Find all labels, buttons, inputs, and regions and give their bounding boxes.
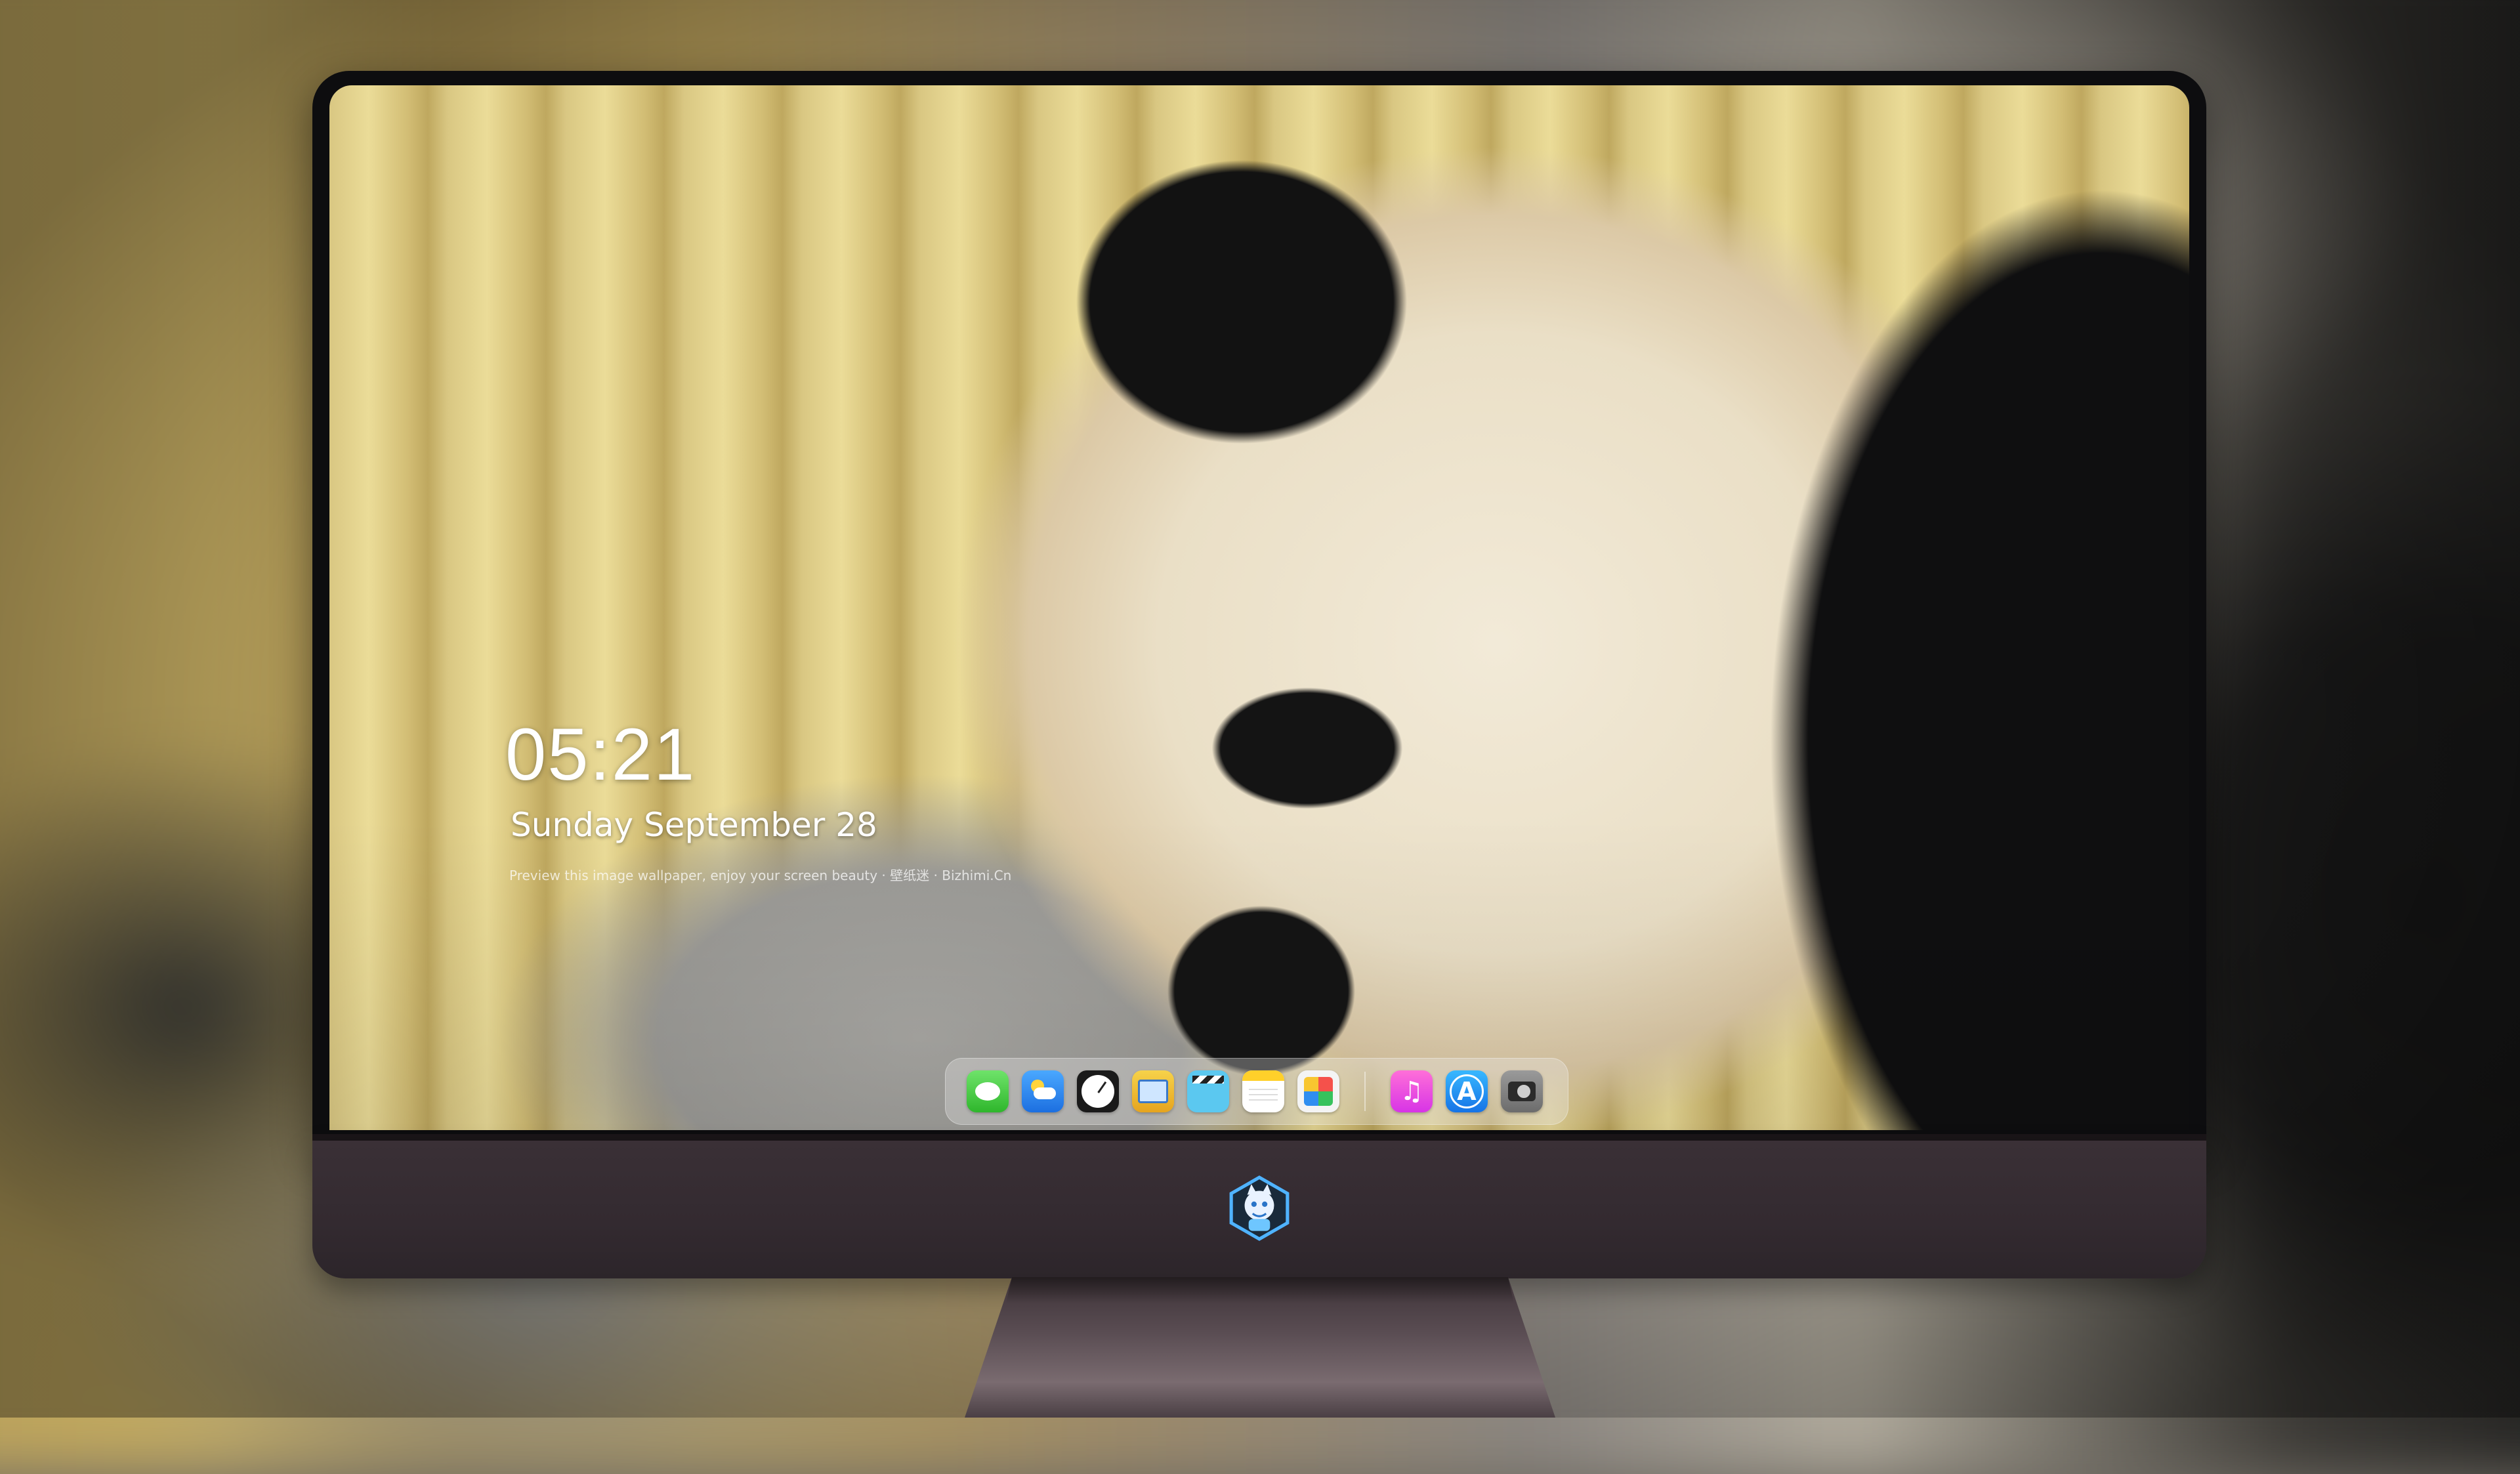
app-store-icon[interactable]: [1446, 1070, 1488, 1112]
music-note-icon[interactable]: [1391, 1070, 1433, 1112]
messages-icon[interactable]: [967, 1070, 1009, 1112]
camera-icon[interactable]: [1501, 1070, 1543, 1112]
notes-icon[interactable]: [1242, 1070, 1284, 1112]
weather-icon[interactable]: [1022, 1070, 1064, 1112]
wallpaper-panda: [329, 85, 2189, 1130]
photos-icon[interactable]: [1297, 1070, 1339, 1112]
lock-screen-clock: 05:21: [505, 713, 696, 795]
desktop-screen: [329, 85, 2189, 1130]
dock: [945, 1058, 1568, 1125]
clapperboard-icon[interactable]: [1187, 1070, 1229, 1112]
clock-icon[interactable]: [1077, 1070, 1119, 1112]
wallpaper-credit: Preview this image wallpaper, enjoy your…: [509, 868, 1012, 883]
lock-screen-date: Sunday September 28: [511, 806, 877, 844]
dock-separator: [1364, 1072, 1366, 1111]
mascot-logo-icon: [1229, 1175, 1290, 1241]
preview-icon[interactable]: [1132, 1070, 1174, 1112]
monitor-stand-shadow: [1006, 1277, 1514, 1303]
